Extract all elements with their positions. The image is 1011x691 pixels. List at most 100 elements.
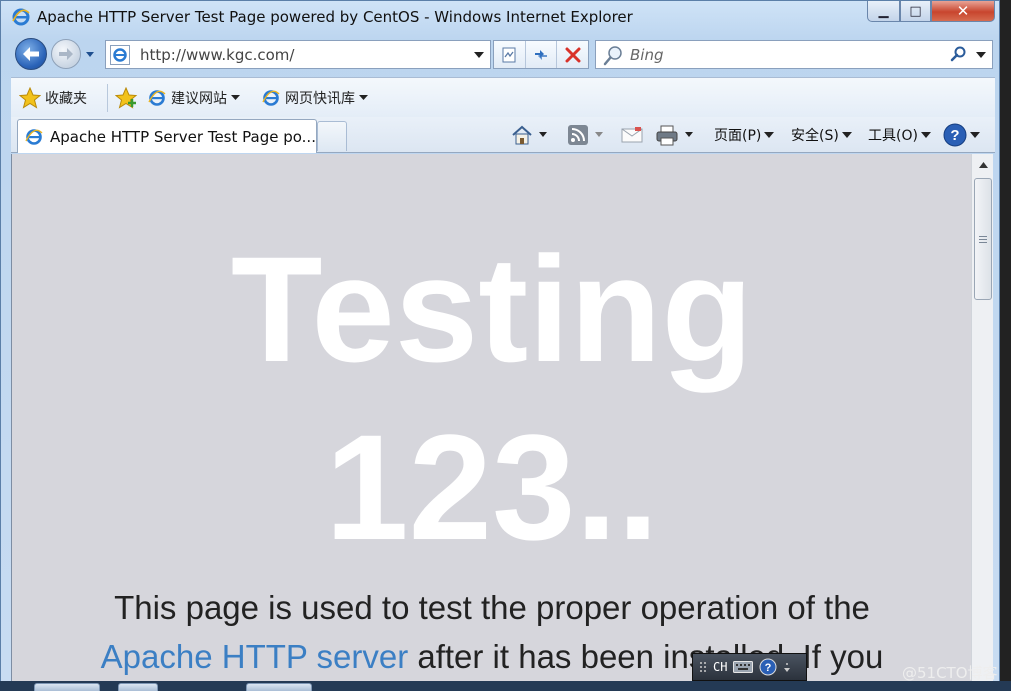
page-menu[interactable]: 页面(P): [714, 123, 775, 147]
favorites-bar: 收藏夹 建议网站 网页快讯库: [11, 77, 995, 117]
scrollbar-grip-icon: [979, 235, 987, 243]
close-button[interactable]: ✕: [931, 1, 995, 22]
close-icon: ✕: [956, 2, 970, 20]
search-magnifier-icon: [603, 46, 622, 66]
maximize-icon: □: [909, 3, 922, 19]
hero-heading-line1: Testing: [230, 225, 754, 393]
intro-paragraph-line2-text: after it has been installed. If you: [408, 638, 884, 675]
rss-feed-icon: [568, 125, 588, 145]
favorites-label: 收藏夹: [45, 91, 87, 107]
taskbar-button-2[interactable]: [118, 683, 158, 691]
favorites-star-icon: [19, 87, 41, 109]
home-icon: [512, 125, 532, 145]
svg-text:?: ?: [765, 662, 772, 674]
help-icon: ?: [943, 123, 967, 147]
safety-menu-label: 安全(S): [791, 128, 839, 144]
intro-paragraph-line2: Apache HTTP server after it has been ins…: [12, 638, 971, 676]
chevron-down-icon: [920, 131, 931, 138]
ie-page-icon: [262, 90, 280, 106]
chevron-down-icon: [231, 95, 240, 100]
add-favorite-star-icon: [115, 87, 138, 109]
vertical-scrollbar[interactable]: [971, 154, 994, 690]
favorites-separator: [107, 84, 108, 112]
home-button[interactable]: [511, 123, 550, 147]
arrow-right-icon: [59, 48, 73, 60]
favorites-button[interactable]: 收藏夹: [19, 86, 87, 110]
ie-window: Apache HTTP Server Test Page powered by …: [0, 0, 1000, 691]
watermark: @51CTO博客: [902, 664, 998, 682]
address-dropdown-icon[interactable]: [474, 52, 484, 59]
ie-logo-icon: [12, 8, 30, 26]
apache-http-server-link[interactable]: Apache HTTP server: [101, 638, 409, 675]
suggested-sites-label: 建议网站: [171, 91, 227, 107]
compatibility-view-button[interactable]: [494, 41, 526, 68]
address-tools: [493, 40, 589, 69]
search-placeholder: Bing: [630, 46, 664, 64]
tab-active[interactable]: Apache HTTP Server Test Page po...: [17, 119, 317, 153]
scroll-up-arrow-icon: [978, 162, 988, 168]
chevron-down-icon: [539, 132, 547, 137]
ie-page-icon: [148, 90, 166, 106]
compatibility-view-icon: [502, 47, 516, 62]
hero-heading-line2: 123..: [325, 403, 659, 571]
web-slice-gallery-link[interactable]: 网页快讯库: [261, 86, 368, 110]
minimize-icon: ▁: [878, 3, 889, 19]
address-bar[interactable]: http://www.kgc.com/: [105, 40, 491, 69]
feeds-button[interactable]: [567, 123, 606, 147]
back-button[interactable]: [15, 38, 47, 70]
help-button[interactable]: ?: [943, 123, 980, 147]
title-bar: Apache HTTP Server Test Page powered by …: [1, 1, 999, 35]
chevron-down-icon: [359, 95, 368, 100]
keyboard-icon[interactable]: [733, 661, 754, 673]
options-chevron-icon[interactable]: [783, 661, 791, 673]
help-icon[interactable]: ?: [759, 658, 777, 676]
printer-icon: [656, 125, 678, 146]
scroll-up-button[interactable]: [972, 154, 994, 176]
svg-text:?: ?: [950, 127, 959, 144]
forward-button[interactable]: [51, 39, 81, 69]
page-menu-label: 页面(P): [714, 128, 762, 144]
stop-button[interactable]: [557, 41, 588, 68]
search-box[interactable]: Bing: [595, 40, 993, 69]
minimize-button[interactable]: ▁: [867, 1, 900, 22]
page-ie-icon: [110, 45, 130, 65]
taskbar-button-1[interactable]: [34, 683, 100, 691]
ie-page-icon: [25, 128, 43, 145]
page-content: Testing 123.. This page is used to test …: [11, 154, 971, 690]
suggested-sites-link[interactable]: 建议网站: [147, 86, 240, 110]
tools-menu-label: 工具(O): [868, 128, 918, 144]
language-bar[interactable]: CH ?: [692, 653, 807, 681]
drag-handle-icon: [700, 662, 706, 672]
caption-buttons: ▁ □ ✕: [867, 1, 997, 23]
chevron-down-icon: [595, 132, 603, 137]
taskbar-button-3[interactable]: [246, 683, 312, 691]
search-provider-dropdown-icon[interactable]: [976, 52, 986, 59]
web-slice-gallery-label: 网页快讯库: [285, 91, 355, 107]
recent-pages-dropdown-icon[interactable]: [85, 49, 95, 59]
tab-label: Apache HTTP Server Test Page po...: [50, 127, 316, 146]
read-mail-button[interactable]: [621, 123, 643, 147]
chevron-down-icon: [841, 131, 852, 138]
intro-paragraph-line1: This page is used to test the proper ope…: [114, 589, 870, 626]
input-language-label[interactable]: CH: [713, 660, 727, 674]
refresh-icon: [535, 49, 547, 60]
add-to-favorites-bar-button[interactable]: [115, 86, 139, 110]
desktop-background: [1000, 0, 1011, 691]
stop-x-icon: [565, 47, 581, 62]
window-title: Apache HTTP Server Test Page powered by …: [37, 8, 633, 26]
url-text: http://www.kgc.com/: [140, 46, 295, 64]
chevron-down-icon: [764, 131, 775, 138]
search-go-icon[interactable]: [950, 45, 968, 63]
new-tab-button[interactable]: [317, 121, 347, 151]
tab-row: Apache HTTP Server Test Page po... 页面(P)…: [11, 117, 995, 153]
mail-icon: [621, 127, 643, 143]
arrow-left-icon: [23, 47, 39, 61]
scrollbar-thumb[interactable]: [974, 178, 992, 300]
chevron-down-icon: [970, 131, 980, 138]
tools-menu[interactable]: 工具(O): [868, 123, 931, 147]
safety-menu[interactable]: 安全(S): [791, 123, 852, 147]
refresh-button[interactable]: [526, 41, 558, 68]
maximize-button[interactable]: □: [900, 1, 931, 22]
chevron-down-icon: [685, 132, 693, 137]
print-button[interactable]: [655, 123, 696, 147]
